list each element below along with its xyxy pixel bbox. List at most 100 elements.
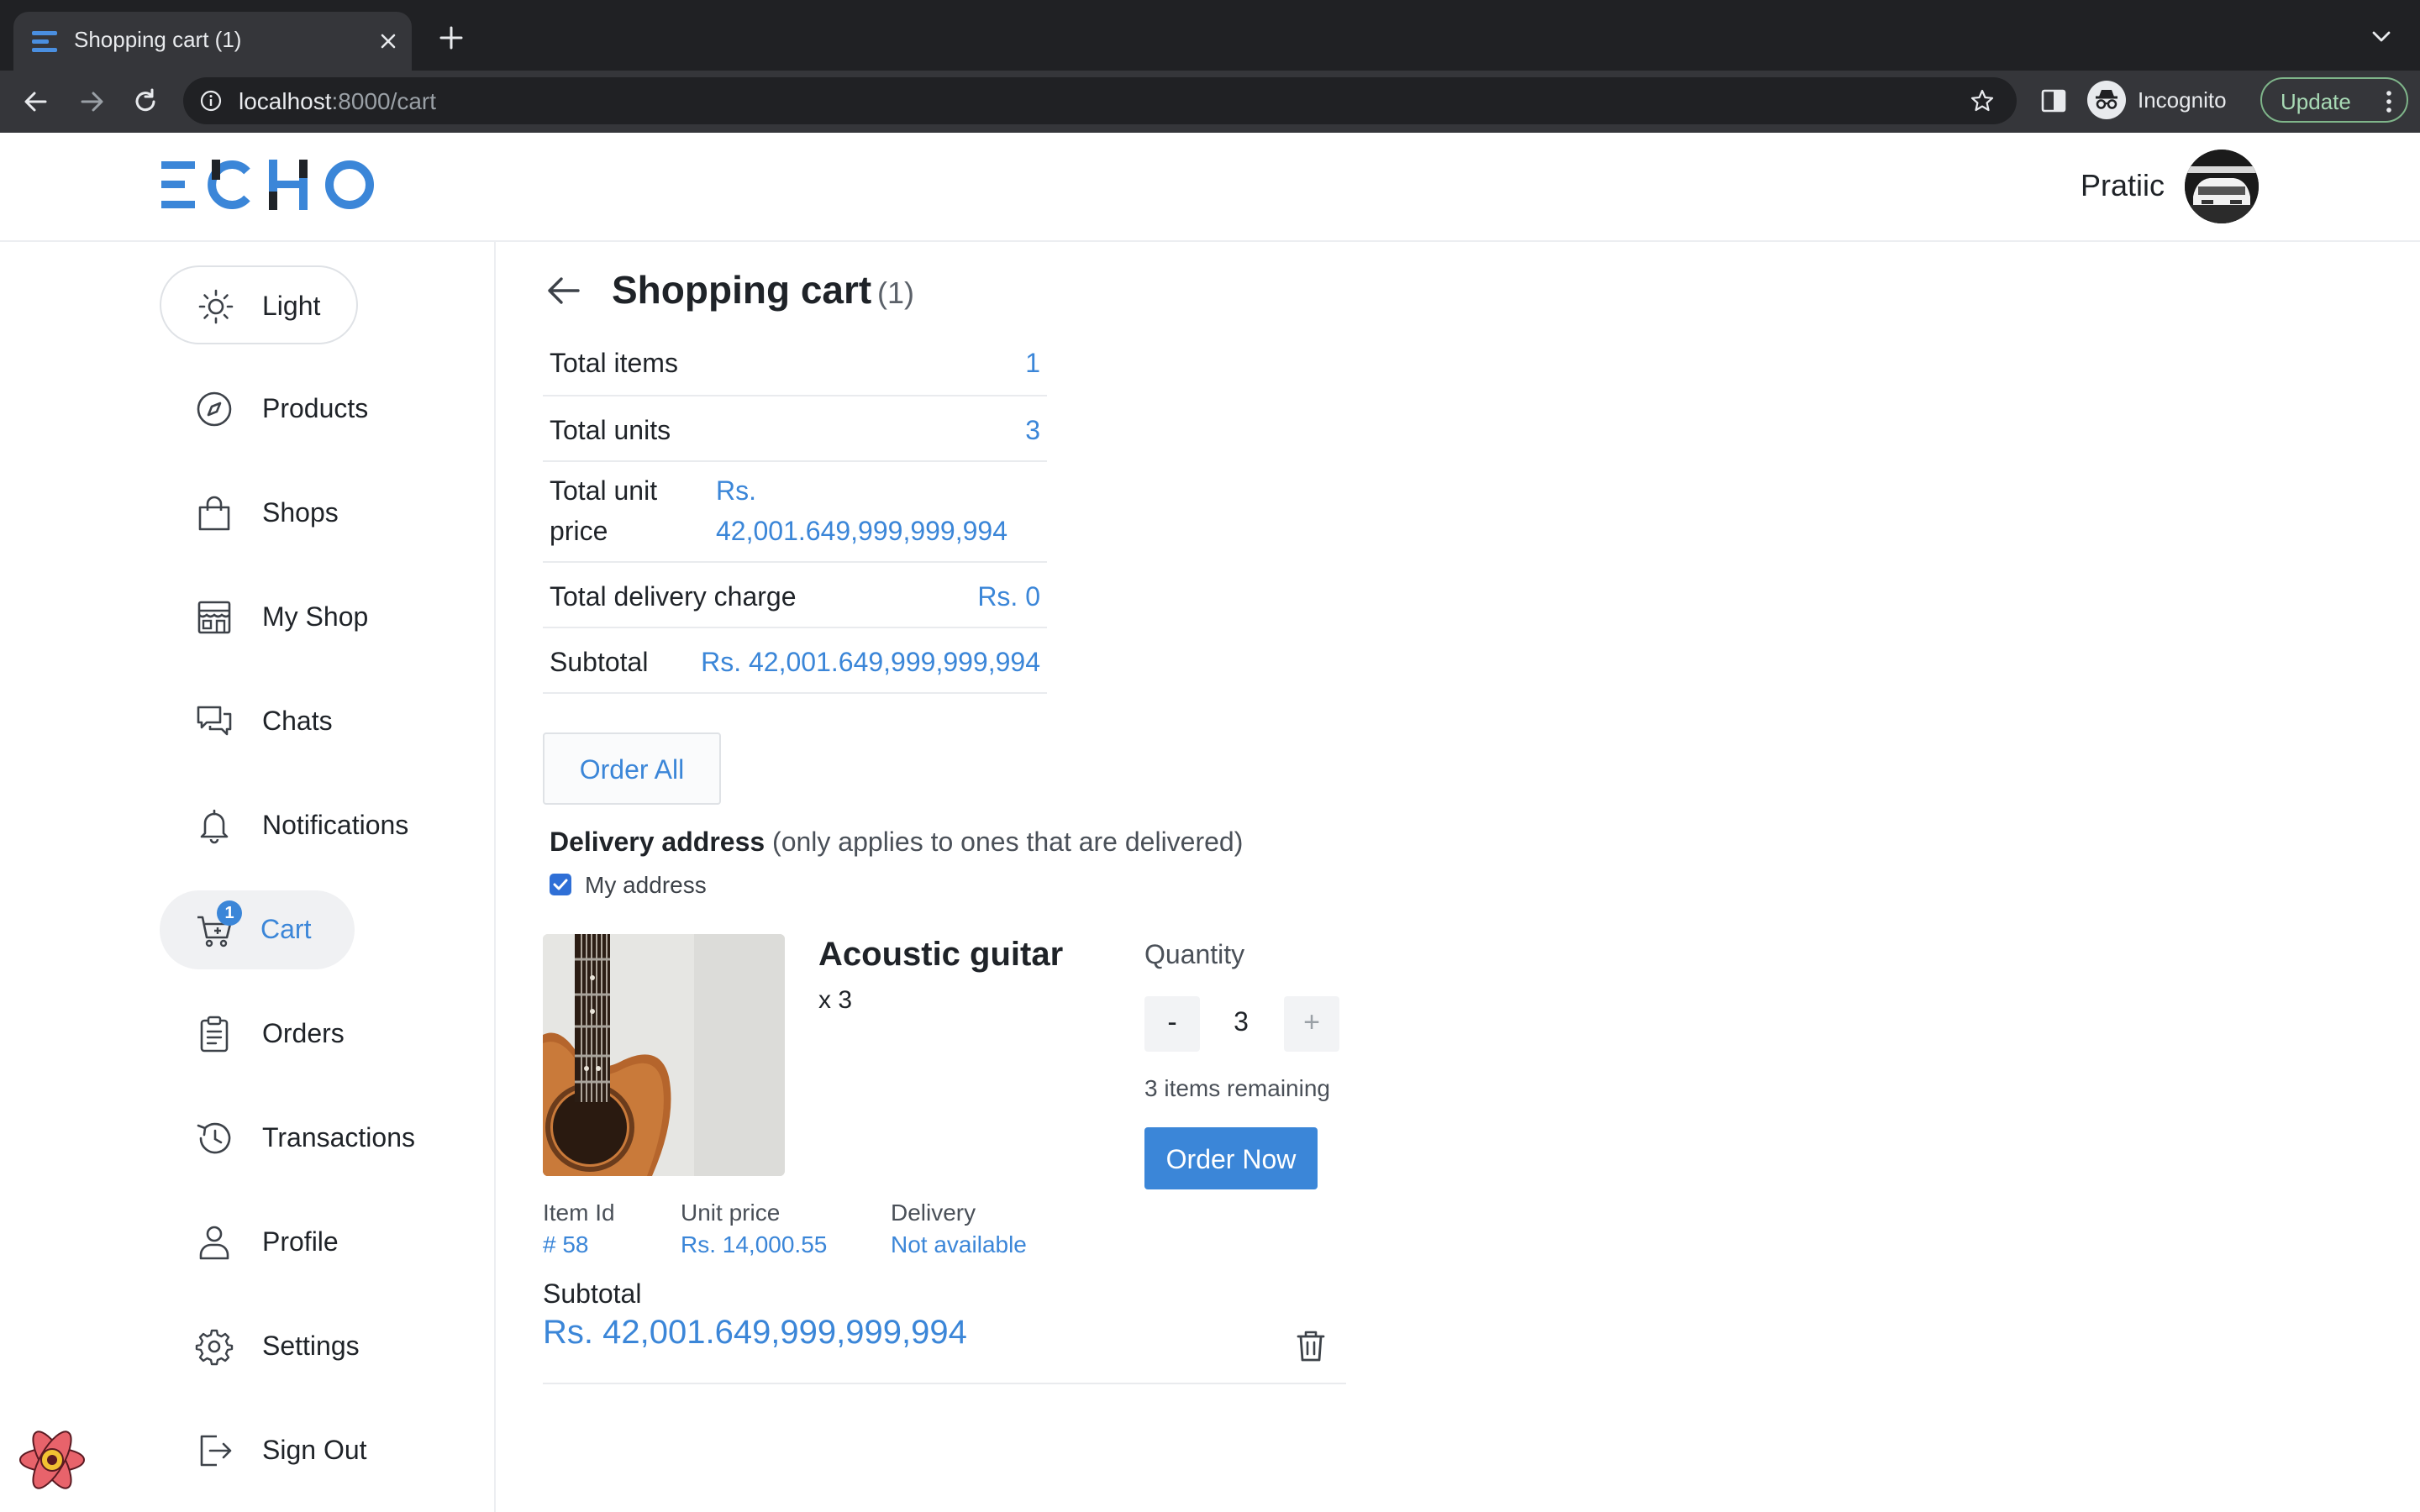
- summary-value: 42,001.649,999,999,994: [716, 516, 1007, 546]
- avatar[interactable]: [2185, 150, 2259, 223]
- summary-value: 3: [1025, 415, 1040, 445]
- trash-icon[interactable]: [1296, 1329, 1326, 1362]
- item-subtotal-label: Subtotal: [543, 1278, 642, 1309]
- sidebar-item-cart[interactable]: 1 Cart: [160, 890, 355, 969]
- summary-row: Total items 1: [543, 333, 1047, 396]
- username[interactable]: Pratiic: [2081, 168, 2165, 203]
- unit-price-value: Rs. 14,000.55: [681, 1231, 828, 1257]
- delivery-label: Delivery: [891, 1200, 976, 1226]
- quantity-increment-button[interactable]: +: [1284, 996, 1339, 1052]
- incognito-icon: [2087, 81, 2126, 119]
- sidebar-item-shops[interactable]: Shops: [160, 474, 358, 553]
- sign-out-icon: [195, 1431, 234, 1470]
- back-arrow-icon[interactable]: [544, 274, 581, 307]
- order-all-button[interactable]: Order All: [543, 732, 721, 805]
- sidebar-item-chats[interactable]: Chats: [160, 682, 358, 761]
- sidebar-item-orders[interactable]: Orders: [160, 995, 358, 1074]
- reload-icon[interactable]: [131, 87, 160, 116]
- star-icon[interactable]: [1970, 88, 1995, 113]
- product-image[interactable]: [543, 934, 785, 1176]
- quantity-decrement-button[interactable]: -: [1144, 996, 1200, 1052]
- user-icon: [195, 1223, 234, 1262]
- info-icon[interactable]: [200, 90, 222, 112]
- sidebar-item-settings[interactable]: Settings: [160, 1307, 360, 1386]
- incognito-label: Incognito: [2138, 87, 2227, 113]
- summary-value: 1: [1025, 348, 1040, 378]
- sidebar-item-transactions[interactable]: Transactions: [160, 1099, 415, 1178]
- gear-icon: [195, 1327, 234, 1366]
- delivery-heading-note: (only applies to ones that are delivered…: [772, 827, 1244, 857]
- chevron-down-icon[interactable]: [2371, 30, 2391, 44]
- compass-icon: [195, 390, 234, 428]
- theme-toggle-button[interactable]: Light: [160, 265, 358, 344]
- sidebar-item-label: Sign Out: [262, 1435, 367, 1465]
- cart-count: (1): [877, 276, 914, 310]
- product-quantity-text: x 3: [818, 986, 853, 1014]
- quantity-label: Quantity: [1144, 939, 1245, 969]
- sidebar-item-my-shop[interactable]: My Shop: [160, 578, 368, 657]
- summary-label: Subtotal: [550, 647, 649, 677]
- sidebar-item-sign-out[interactable]: Sign Out: [160, 1411, 367, 1490]
- summary-row: Total units 3: [543, 396, 1047, 462]
- order-now-button[interactable]: Order Now: [1144, 1127, 1318, 1189]
- echo-logo[interactable]: [160, 160, 378, 210]
- my-address-checkbox[interactable]: [550, 874, 571, 895]
- app-header: Pratiic: [0, 133, 2420, 242]
- sidebar-item-label: My Shop: [262, 601, 369, 632]
- summary-value: Rs. 42,001.649,999,999,994: [701, 647, 1040, 677]
- chat-bubbles-icon: [195, 702, 234, 741]
- order-now-label: Order Now: [1165, 1144, 1297, 1174]
- decrement-label: -: [1167, 1006, 1177, 1038]
- side-panel-icon[interactable]: [2040, 87, 2067, 114]
- close-icon[interactable]: [376, 29, 400, 53]
- summary-label: Total delivery charge: [550, 581, 797, 612]
- url-text: localhost:8000/cart: [239, 88, 436, 115]
- summary-label: price: [550, 516, 608, 546]
- summary-label: Total unit: [550, 475, 658, 506]
- quantity-value[interactable]: 3: [1220, 1006, 1262, 1037]
- sidebar-item-label: Orders: [262, 1018, 345, 1048]
- sidebar-item-label: Cart: [260, 914, 312, 944]
- more-vertical-icon[interactable]: [2385, 89, 2393, 114]
- storefront-icon: [195, 598, 234, 637]
- new-tab-icon[interactable]: [439, 25, 464, 50]
- summary-row: Total delivery charge Rs. 0: [543, 563, 1047, 628]
- sidebar-item-label: Transactions: [262, 1122, 415, 1152]
- menu-lines-icon: [32, 30, 59, 54]
- item-id-value: # 58: [543, 1231, 589, 1257]
- react-devtools-icon[interactable]: [17, 1425, 87, 1495]
- divider: [543, 1383, 1346, 1384]
- sidebar-item-profile[interactable]: Profile: [160, 1203, 358, 1282]
- sidebar-item-label: Profile: [262, 1226, 339, 1257]
- bell-icon: [195, 806, 234, 845]
- summary-value: Rs. 0: [977, 581, 1040, 612]
- sun-icon: [197, 287, 235, 326]
- address-bar[interactable]: localhost:8000/cart: [183, 77, 2017, 124]
- my-address-label: My address: [585, 872, 707, 898]
- update-label: Update: [2281, 89, 2351, 114]
- sidebar-item-label: Chats: [262, 706, 333, 736]
- browser-tab[interactable]: Shopping cart (1): [13, 12, 412, 71]
- sidebar-item-notifications[interactable]: Notifications: [160, 786, 408, 865]
- unit-price-label: Unit price: [681, 1200, 781, 1226]
- delivery-address-heading: Delivery address (only applies to ones t…: [550, 827, 1243, 858]
- page-title: Shopping cart: [612, 268, 872, 312]
- sidebar-item-label: Shops: [262, 497, 339, 528]
- summary-label: Total items: [550, 348, 678, 378]
- sidebar: Light Products Shops My Shop Chats Notif…: [0, 242, 496, 1512]
- delivery-heading-title: Delivery address: [550, 827, 765, 857]
- product-name[interactable]: Acoustic guitar: [818, 936, 1063, 974]
- summary-row: Subtotal Rs. 42,001.649,999,999,994: [543, 628, 1047, 694]
- item-id-label: Item Id: [543, 1200, 615, 1226]
- item-id-field: Item Id # 58: [543, 1200, 615, 1258]
- url-host: localhost: [239, 88, 332, 114]
- forward-icon[interactable]: [77, 87, 106, 116]
- stock-remaining: 3 items remaining: [1144, 1075, 1330, 1101]
- sidebar-item-label: Products: [262, 393, 369, 423]
- shopping-bag-icon: [195, 494, 234, 533]
- back-icon[interactable]: [22, 87, 50, 116]
- update-button[interactable]: Update: [2260, 77, 2408, 123]
- sidebar-item-label: Notifications: [262, 810, 409, 840]
- order-all-label: Order All: [579, 754, 685, 785]
- sidebar-item-products[interactable]: Products: [160, 370, 368, 449]
